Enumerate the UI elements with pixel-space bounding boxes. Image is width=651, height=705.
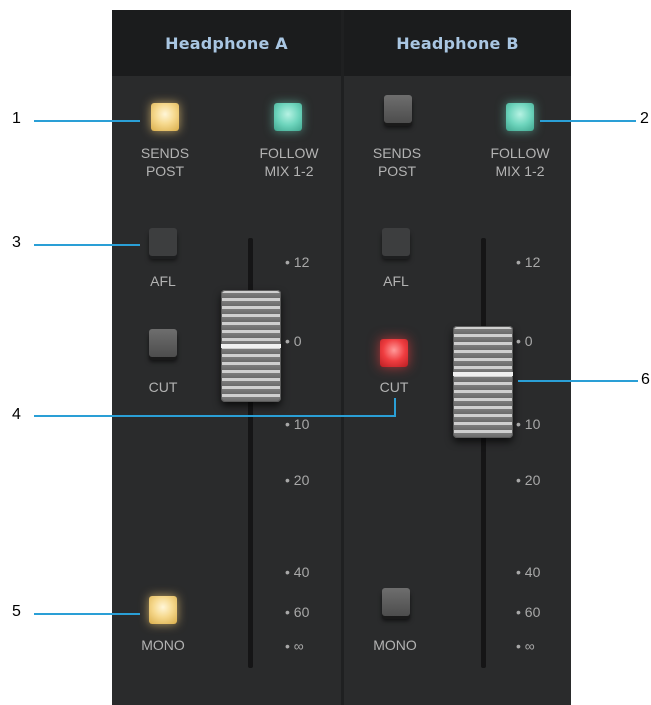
scale-a-0: • 0 — [285, 333, 302, 349]
callout-4-line — [34, 415, 396, 417]
callout-2-line — [540, 120, 636, 122]
cut-label-a: CUT — [148, 379, 178, 395]
strip-divider — [341, 10, 344, 705]
callout-3-number: 3 — [12, 234, 21, 251]
sends-post-label-b: SENDS POST — [372, 145, 422, 179]
fader-handle-b[interactable] — [453, 326, 513, 438]
scale-a-60: • 60 — [285, 604, 310, 620]
callout-6-line — [518, 380, 638, 382]
follow-mix-button-a[interactable] — [274, 103, 302, 131]
afl-label-a: AFL — [150, 273, 176, 289]
follow-mix-label-a: FOLLOW MIX 1-2 — [259, 145, 319, 179]
fader-center-line-a — [221, 344, 281, 348]
callout-3-line — [34, 244, 140, 246]
scale-a-10: • 10 — [285, 416, 310, 432]
fader-track-b[interactable] — [481, 238, 486, 668]
callout-5-line — [34, 613, 140, 615]
fader-center-line-b — [453, 372, 513, 376]
afl-label-b: AFL — [383, 273, 409, 289]
scale-b-20: • 20 — [516, 472, 541, 488]
sends-post-button-b[interactable] — [384, 95, 412, 123]
scale-b-60: • 60 — [516, 604, 541, 620]
callout-5-number: 5 — [12, 603, 21, 620]
cut-label-b: CUT — [379, 379, 409, 395]
mono-label-b: MONO — [373, 637, 417, 653]
scale-b-40: • 40 — [516, 564, 541, 580]
callout-4-number: 4 — [12, 406, 21, 423]
callout-1-number: 1 — [12, 110, 21, 127]
scale-a-12: • 12 — [285, 254, 310, 270]
scale-a-inf: • ∞ — [285, 638, 304, 654]
afl-button-b[interactable] — [382, 228, 410, 256]
scale-a-40: • 40 — [285, 564, 310, 580]
scale-b-12: • 12 — [516, 254, 541, 270]
scale-b-0: • 0 — [516, 333, 533, 349]
mono-label-a: MONO — [141, 637, 185, 653]
mono-button-b[interactable] — [382, 588, 410, 616]
sends-post-button-a[interactable] — [151, 103, 179, 131]
channel-a-title: Headphone A — [112, 10, 341, 76]
cut-button-b[interactable] — [380, 339, 408, 367]
afl-button-a[interactable] — [149, 228, 177, 256]
callout-6-number: 6 — [641, 371, 650, 388]
scale-b-10: • 10 — [516, 416, 541, 432]
scale-a-20: • 20 — [285, 472, 310, 488]
follow-mix-label-b: FOLLOW MIX 1-2 — [490, 145, 550, 179]
mono-button-a[interactable] — [149, 596, 177, 624]
cut-button-a[interactable] — [149, 329, 177, 357]
callout-4-riser — [394, 398, 396, 417]
channel-b-title: Headphone B — [344, 10, 571, 76]
scale-b-inf: • ∞ — [516, 638, 535, 654]
headphone-mixer-panel: Headphone A Headphone B SENDS POST FOLLO… — [0, 0, 651, 705]
callout-1-line — [34, 120, 140, 122]
fader-handle-a[interactable] — [221, 290, 281, 402]
sends-post-label-a: SENDS POST — [140, 145, 190, 179]
follow-mix-button-b[interactable] — [506, 103, 534, 131]
callout-2-number: 2 — [640, 110, 649, 127]
